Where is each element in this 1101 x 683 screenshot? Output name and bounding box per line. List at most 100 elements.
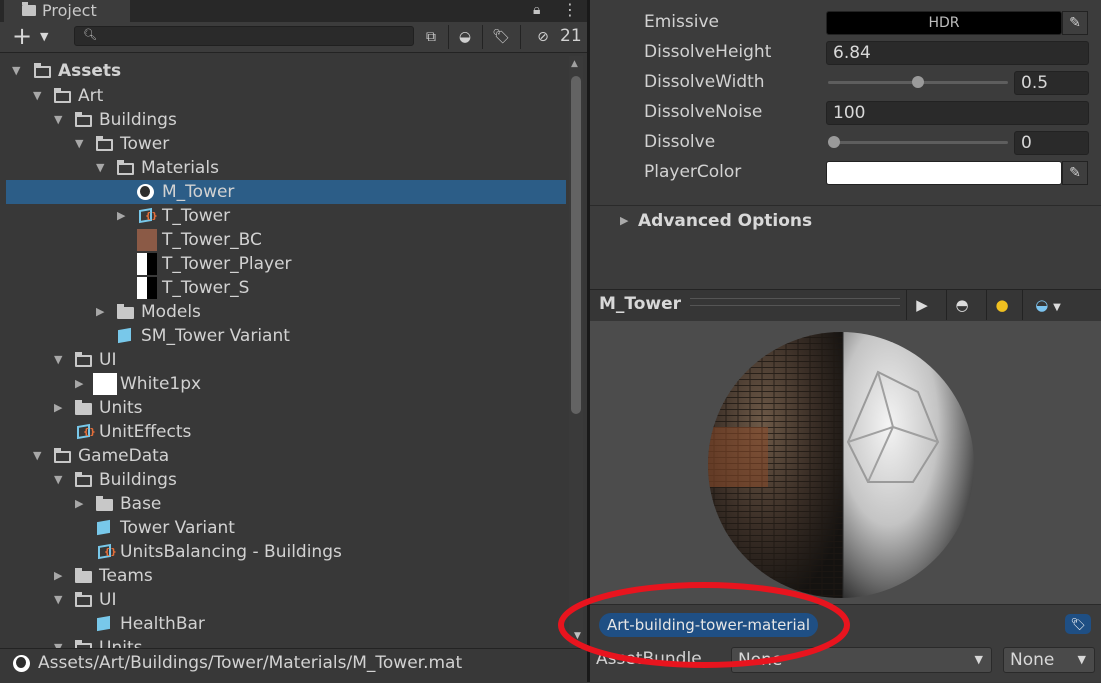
filter-by-type-icon[interactable]: ◒ xyxy=(450,25,480,49)
tree-row[interactable]: ▶ Units xyxy=(0,396,566,420)
dissolve-field[interactable]: 0 xyxy=(1014,131,1089,155)
dissolve-slider-track[interactable] xyxy=(828,141,1008,144)
tree-row[interactable]: ▼ Units xyxy=(0,636,566,648)
scroll-up-arrow-icon[interactable]: ▲ xyxy=(571,59,578,69)
project-tab[interactable]: Project xyxy=(4,0,130,22)
expand-arrow-icon[interactable]: ▼ xyxy=(33,444,41,468)
hidden-packages-count: 21 xyxy=(560,26,582,46)
collapse-arrow-icon[interactable]: ▶ xyxy=(96,300,104,324)
tree-item-label: Buildings xyxy=(99,110,177,130)
tree-row[interactable]: ▶ White1px xyxy=(0,372,566,396)
tree-row[interactable]: ▶ Models xyxy=(0,300,566,324)
preview-background-dropdown-icon[interactable]: ◒ ▼ xyxy=(1022,290,1073,320)
open-folder-icon xyxy=(54,88,71,104)
tree-row-selected[interactable]: M_Tower xyxy=(6,180,566,204)
tree-row[interactable]: ▼ Assets xyxy=(0,59,566,83)
expand-arrow-icon[interactable]: ▼ xyxy=(54,108,62,132)
tree-row[interactable]: ▶ Base xyxy=(0,492,566,516)
emissive-color-field[interactable]: HDR xyxy=(826,11,1062,35)
tree-row[interactable]: ▼ Tower xyxy=(0,132,566,156)
create-dropdown-caret-icon[interactable]: ▼ xyxy=(40,30,48,43)
inspector-spacer xyxy=(590,238,1101,289)
tree-row[interactable]: T_Tower_BC xyxy=(0,228,566,252)
tree-row[interactable]: ▼ UI xyxy=(0,588,566,612)
tree-row[interactable]: Tower Variant xyxy=(0,516,566,540)
expand-arrow-icon[interactable]: ▼ xyxy=(75,132,83,156)
scriptable-asset-icon xyxy=(96,544,117,560)
lock-icon[interactable]: 🔒︎ xyxy=(533,2,540,18)
prefab-variant-icon xyxy=(95,520,112,536)
property-label-dissolve-noise: DissolveNoise xyxy=(644,102,763,122)
material-sphere-icon xyxy=(137,184,154,200)
tree-item-label: UnitsBalancing - Buildings xyxy=(120,542,342,562)
property-label-dissolve-width: DissolveWidth xyxy=(644,72,765,92)
asset-label-tag-icon[interactable]: 🏷︎ xyxy=(1065,614,1091,634)
tree-row[interactable]: T_Tower_Player xyxy=(0,252,566,276)
chevron-down-icon: ▼ xyxy=(1077,653,1086,666)
dissolve-width-slider-handle[interactable] xyxy=(912,76,924,88)
preview-drag-handle[interactable] xyxy=(690,298,900,306)
search-icon: 🔍︎ xyxy=(83,28,97,41)
dissolve-width-field[interactable]: 0.5 xyxy=(1014,71,1089,95)
tree-row[interactable]: ▼ Art xyxy=(0,84,566,108)
scrollbar-thumb[interactable] xyxy=(571,76,581,414)
preview-title: M_Tower xyxy=(599,294,682,314)
expand-arrow-icon[interactable]: ▼ xyxy=(54,348,62,372)
player-color-field[interactable] xyxy=(826,161,1062,185)
tree-item-label: Art xyxy=(78,86,104,106)
tree-row[interactable]: HealthBar xyxy=(0,612,566,636)
color-picker-eyedropper-icon[interactable]: ✎ xyxy=(1062,11,1088,35)
expand-arrow-icon[interactable]: ▼ xyxy=(96,156,104,180)
open-folder-icon xyxy=(117,160,134,176)
folder-icon xyxy=(22,2,36,16)
open-folder-icon xyxy=(75,592,92,608)
collapse-arrow-icon[interactable]: ▶ xyxy=(75,372,83,396)
search-input[interactable]: 🔍︎ xyxy=(74,26,414,46)
tree-item-label: Models xyxy=(141,302,201,322)
tree-row[interactable]: ▶ Teams xyxy=(0,564,566,588)
tree-row[interactable]: ▼ Buildings xyxy=(0,468,566,492)
collapse-arrow-icon[interactable]: ▶ xyxy=(54,564,62,588)
tree-item-label: Tower xyxy=(120,134,170,154)
expand-arrow-icon[interactable]: ▼ xyxy=(54,636,62,648)
collapse-arrow-icon[interactable]: ▶ xyxy=(117,204,125,228)
preview-lighting-icon[interactable]: ● xyxy=(986,290,1017,320)
open-folder-icon xyxy=(34,63,51,79)
expand-arrow-icon[interactable]: ▼ xyxy=(33,84,41,108)
search-by-type-button[interactable]: ⧉ xyxy=(416,25,446,49)
dissolve-height-field[interactable]: 6.84 xyxy=(826,41,1089,65)
tree-row[interactable]: T_Tower_S xyxy=(0,276,566,300)
tree-row[interactable]: ▼ Buildings xyxy=(0,108,566,132)
dissolve-noise-field[interactable]: 100 xyxy=(826,101,1089,125)
expand-arrow-icon[interactable]: ▼ xyxy=(54,468,62,492)
play-icon[interactable]: ▶ xyxy=(906,290,937,320)
tree-item-label: Materials xyxy=(141,158,219,178)
expand-arrow-icon[interactable]: ▼ xyxy=(12,59,20,83)
preview-mesh-sphere-icon[interactable]: ◓ xyxy=(946,290,977,320)
scriptable-asset-icon xyxy=(137,208,158,224)
tree-item-label: UI xyxy=(99,350,117,370)
collapse-arrow-icon[interactable]: ▶ xyxy=(54,396,62,420)
collapse-arrow-icon[interactable]: ▶ xyxy=(75,492,83,516)
create-plus-button[interactable]: + xyxy=(12,24,32,48)
filter-by-label-icon[interactable]: 🏷︎ xyxy=(486,25,516,49)
hidden-packages-icon[interactable]: ⊘ xyxy=(528,25,558,49)
tree-row[interactable]: ▼ UI xyxy=(0,348,566,372)
tree-item-label: Buildings xyxy=(99,470,177,490)
tree-item-label: HealthBar xyxy=(120,614,205,634)
advanced-options-foldout[interactable]: ▶ Advanced Options xyxy=(590,205,1101,239)
tree-item-label: UI xyxy=(99,590,117,610)
asset-bundle-variant-dropdown[interactable]: None ▼ xyxy=(1003,647,1095,673)
tree-row[interactable]: ▼ Materials xyxy=(0,156,566,180)
foldout-arrow-icon[interactable]: ▶ xyxy=(620,214,628,227)
tree-item-label: Base xyxy=(120,494,162,514)
tree-row[interactable]: ▶ T_Tower xyxy=(0,204,566,228)
more-menu-icon[interactable]: ⋮ xyxy=(562,0,578,19)
dissolve-slider-handle[interactable] xyxy=(828,136,840,148)
tree-row[interactable]: UnitEffects xyxy=(0,420,566,444)
color-picker-eyedropper-icon[interactable]: ✎ xyxy=(1062,161,1088,185)
tree-row[interactable]: ▼ GameData xyxy=(0,444,566,468)
tree-row[interactable]: UnitsBalancing - Buildings xyxy=(0,540,566,564)
expand-arrow-icon[interactable]: ▼ xyxy=(54,588,62,612)
tree-row[interactable]: SM_Tower Variant xyxy=(0,324,566,348)
